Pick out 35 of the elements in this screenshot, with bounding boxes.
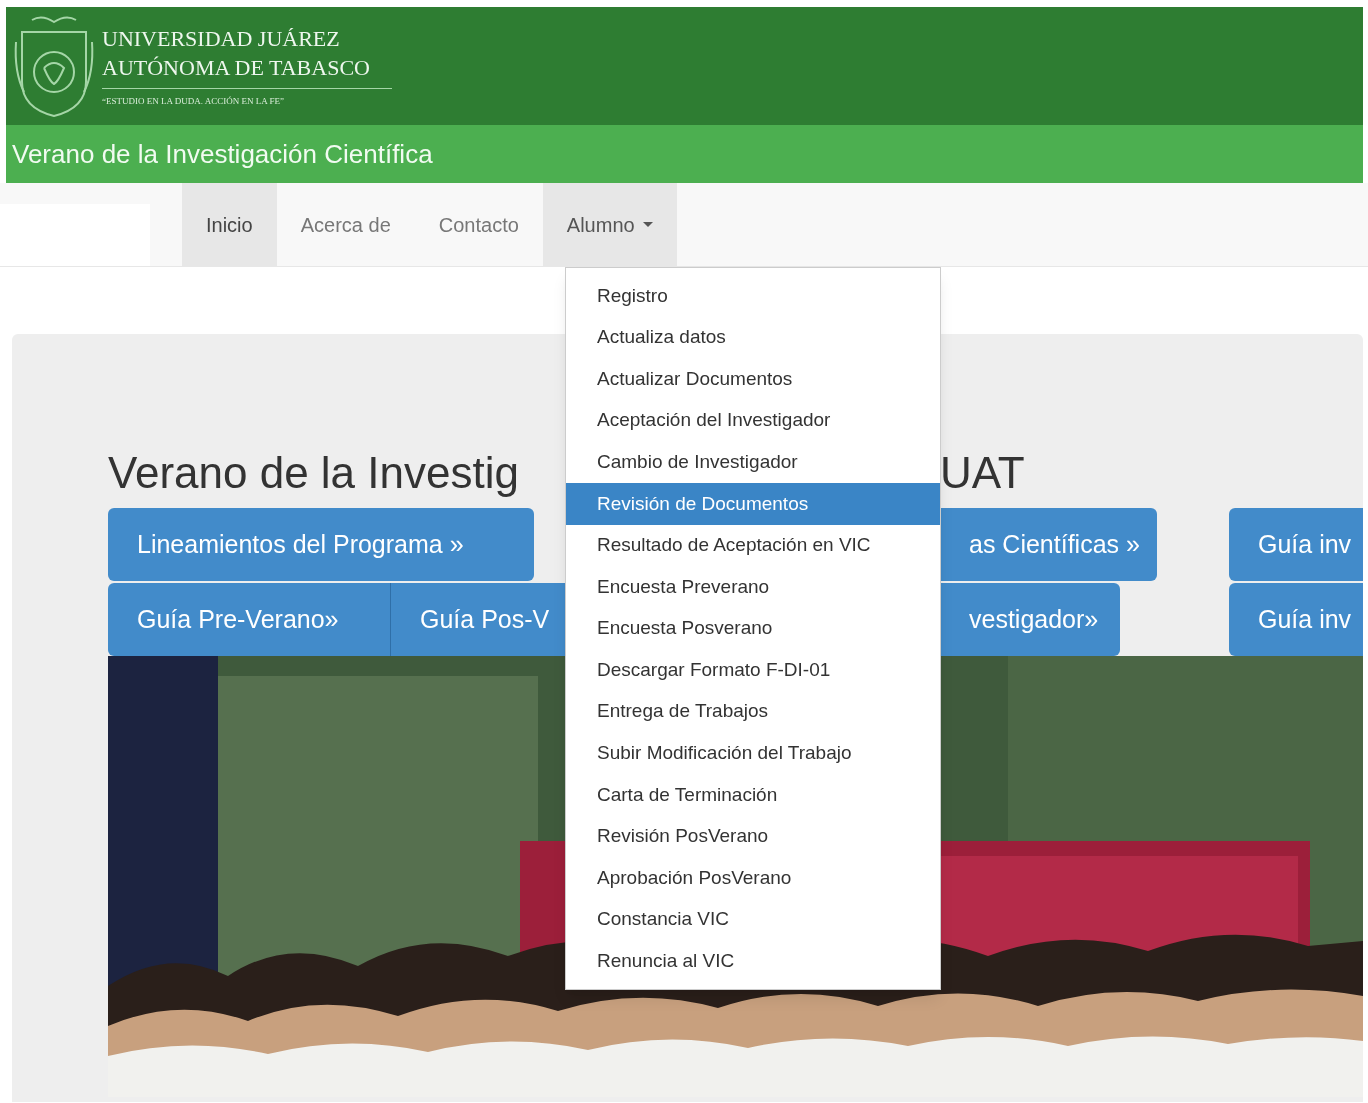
- link-button[interactable]: Guía Pos-V: [390, 583, 565, 656]
- motto: “ESTUDIO EN LA DUDA. ACCIÓN EN LA FE”: [102, 94, 285, 108]
- menu-item[interactable]: Actualiza datos: [566, 316, 940, 359]
- nav-dropdown[interactable]: Alumno: [542, 183, 677, 266]
- menu-item[interactable]: Resultado de Aceptación en VIC: [566, 524, 940, 567]
- university-name: UNIVERSIDAD JUÁREZ: [102, 24, 341, 53]
- link-button[interactable]: Guía inv: [1229, 508, 1363, 581]
- menu-item[interactable]: Renuncia al VIC: [566, 940, 940, 983]
- page-heading: Verano de la Investig: [108, 447, 520, 499]
- menu-item[interactable]: Aceptación del Investigador: [566, 399, 940, 442]
- university-name: AUTÓNOMA DE TABASCO: [102, 53, 371, 82]
- menu-item[interactable]: Revisión PosVerano: [566, 815, 940, 858]
- nav-link[interactable]: Contacto: [414, 183, 543, 266]
- menu-item[interactable]: Revisión de Documentos: [566, 482, 940, 525]
- caret-icon: [642, 222, 653, 227]
- link-button[interactable]: as Científicas »: [940, 508, 1157, 581]
- menu-item[interactable]: Registro: [566, 275, 940, 317]
- menu-item[interactable]: Carta de Terminación: [566, 774, 940, 816]
- menu-item[interactable]: Entrega de Trabajos: [566, 690, 940, 733]
- link-button[interactable]: vestigador»: [940, 583, 1120, 656]
- menu-item[interactable]: Cambio de Investigador: [566, 441, 940, 483]
- menu-item[interactable]: Aprobación PosVerano: [566, 857, 940, 899]
- menu-item[interactable]: Constancia VIC: [566, 898, 940, 941]
- link-button[interactable]: Guía Pre-Verano»: [108, 583, 390, 656]
- menu-item[interactable]: Subir Modificación del Trabajo: [566, 732, 940, 775]
- link-button[interactable]: Lineamientos del Programa »: [108, 508, 534, 581]
- menu-item[interactable]: Descargar Formato F-DI-01: [566, 649, 940, 691]
- nav-link[interactable]: Acerca de: [276, 183, 415, 266]
- site-title: Verano de la Investigación Científica: [12, 137, 433, 171]
- page-heading: UAT: [940, 447, 1025, 499]
- menu-item[interactable]: Encuesta Posverano: [566, 607, 940, 650]
- nav-link[interactable]: Inicio: [182, 183, 277, 266]
- menu-item[interactable]: Encuesta Preverano: [566, 566, 940, 608]
- link-button[interactable]: Guía inv: [1229, 583, 1363, 656]
- menu-item[interactable]: Actualizar Documentos: [566, 358, 940, 400]
